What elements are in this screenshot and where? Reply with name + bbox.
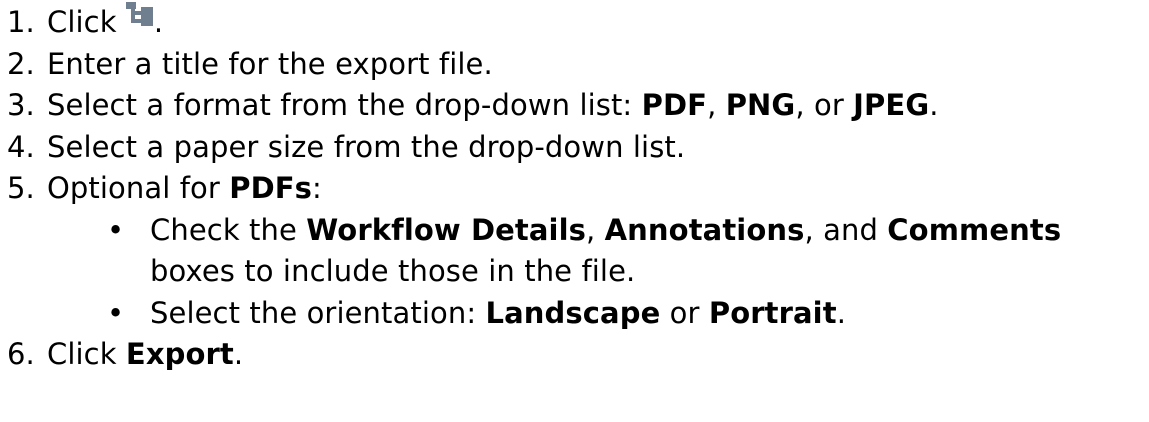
bullet: •: [107, 212, 125, 247]
bullet: •: [107, 295, 125, 330]
separator: ,: [707, 88, 726, 122]
pdfs-label: PDFs: [229, 171, 313, 205]
instructions-list: 1. Click . 2. Enter a title for the export…: [0, 0, 1149, 376]
step-text: Click: [47, 5, 126, 39]
portrait-label: Portrait: [708, 295, 837, 330]
step-text-end: .: [153, 5, 164, 39]
substep-text: Check the: [150, 212, 307, 247]
step-number: 3.: [7, 88, 35, 122]
step-3: 3. Select a format from the drop-down lis…: [0, 85, 1149, 127]
format-jpeg: JPEG: [853, 88, 930, 122]
step-text: Click: [47, 337, 126, 371]
step-text: Optional for: [47, 171, 230, 205]
annotations-label: Annotations: [604, 212, 805, 247]
step-text-end: :: [312, 171, 322, 205]
step-6: 6. Click Export.: [0, 334, 1149, 376]
format-pdf: PDF: [641, 88, 708, 122]
step-4: 4. Select a paper size from the drop-down…: [0, 127, 1149, 169]
step-text: Select a paper size from the drop-down l…: [47, 129, 686, 164]
substep-text: boxes to include those in the file.: [150, 254, 636, 288]
step-number: 4.: [7, 129, 35, 164]
step-5: 5. Optional for PDFs:: [0, 168, 1149, 210]
comments-label: Comments: [887, 212, 1062, 247]
workflow-details-label: Workflow Details: [306, 212, 586, 247]
step-text-end: .: [929, 88, 939, 122]
step-text: Enter a title for the export file.: [47, 46, 493, 81]
step-number: 6.: [7, 337, 35, 371]
workflow-tree-icon: [125, 2, 154, 26]
step-number: 1.: [7, 5, 35, 39]
substep-text: Select the orientation:: [150, 295, 486, 330]
step-1: 1. Click .: [0, 2, 1149, 44]
step-text: Select a format from the drop-down list:: [47, 88, 642, 122]
separator: or: [660, 295, 709, 330]
substep-5-2: • Select the orientation: Landscape or Po…: [0, 293, 1149, 335]
step-number: 2.: [7, 46, 35, 81]
substep-5-1: • Check the Workflow Details, Annotations…: [0, 210, 1149, 252]
separator: , or: [795, 88, 854, 122]
landscape-label: Landscape: [485, 295, 661, 330]
step-2: 2. Enter a title for the export file.: [0, 44, 1149, 86]
step-text-end: .: [233, 337, 244, 371]
format-png: PNG: [725, 88, 796, 122]
substep-5-1-continued: boxes to include those in the file.: [0, 251, 1149, 293]
separator: , and: [804, 212, 888, 247]
export-label: Export: [125, 337, 234, 371]
substep-text-end: .: [836, 295, 847, 330]
step-number: 5.: [7, 171, 35, 205]
separator: ,: [586, 212, 605, 247]
